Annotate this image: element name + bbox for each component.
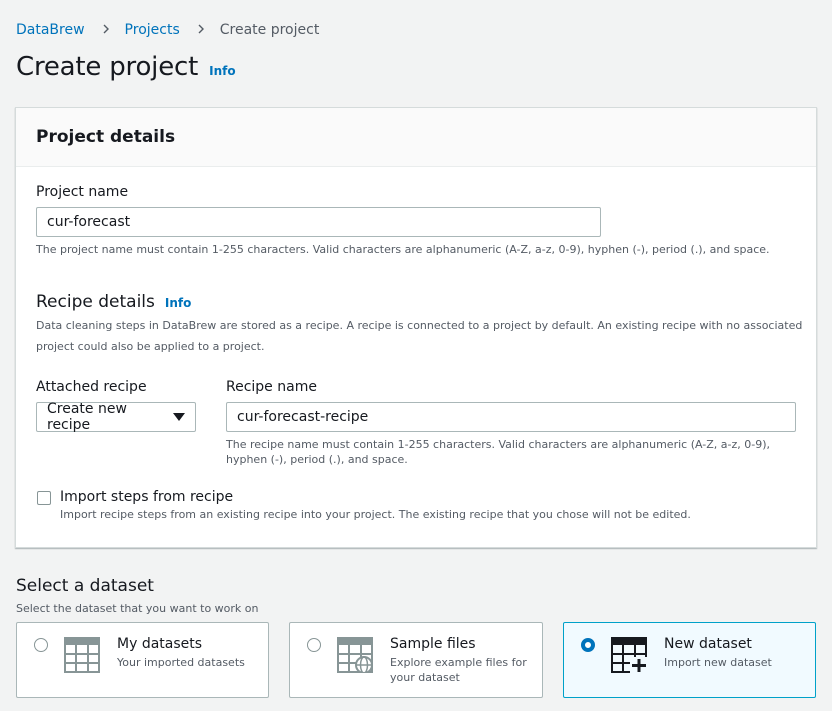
chevron-right-icon xyxy=(103,24,109,34)
project-name-label: Project name xyxy=(36,184,129,200)
table-plus-icon xyxy=(611,637,647,673)
recipe-details-heading: Recipe details xyxy=(36,292,155,312)
dataset-option-sample-files[interactable]: Sample files Explore example files for y… xyxy=(289,622,543,698)
import-steps-label[interactable]: Import steps from recipe xyxy=(60,489,233,505)
breadcrumb-projects-link[interactable]: Projects xyxy=(125,22,180,38)
caret-down-icon xyxy=(173,413,185,421)
attached-recipe-value: Create new recipe xyxy=(47,401,127,433)
sample-files-title: Sample files xyxy=(390,636,476,652)
my-datasets-desc: Your imported datasets xyxy=(117,656,245,669)
new-dataset-radio[interactable] xyxy=(581,638,595,652)
breadcrumb: DataBrew Projects Create project xyxy=(16,22,319,38)
panel-header: Project details xyxy=(16,108,816,167)
recipe-name-label: Recipe name xyxy=(226,379,317,395)
breadcrumb-current: Create project xyxy=(219,22,320,38)
my-datasets-title: My datasets xyxy=(117,636,203,652)
import-steps-checkbox[interactable] xyxy=(37,491,51,505)
project-name-input[interactable]: cur-forecast xyxy=(36,207,601,237)
attached-recipe-select[interactable]: Create new recipe xyxy=(36,401,196,433)
sample-files-desc: Explore example files for your dataset xyxy=(390,656,527,684)
recipe-info-link[interactable]: Info xyxy=(165,296,191,310)
table-icon xyxy=(64,637,100,673)
dataset-option-my-datasets[interactable]: My datasets Your imported datasets xyxy=(16,622,269,698)
breadcrumb-databrew-link[interactable]: DataBrew xyxy=(16,22,85,38)
project-name-hint: The project name must contain 1-255 char… xyxy=(36,243,770,256)
project-details-panel: Project details Project name cur-forecas… xyxy=(15,107,817,548)
recipe-name-input[interactable]: cur-forecast-recipe xyxy=(226,402,796,432)
page-header: Create project Info xyxy=(16,52,236,82)
recipe-details-desc-1: Data cleaning steps in DataBrew are stor… xyxy=(36,319,803,332)
chevron-right-icon xyxy=(198,24,204,34)
select-dataset-heading: Select a dataset xyxy=(16,576,154,596)
new-dataset-desc: Import new dataset xyxy=(664,656,772,669)
select-dataset-desc: Select the dataset that you want to work… xyxy=(16,602,259,615)
my-datasets-radio[interactable] xyxy=(34,638,48,652)
page-title: Create project xyxy=(16,52,199,82)
sample-files-radio[interactable] xyxy=(307,638,321,652)
recipe-details-header: Recipe details Info xyxy=(36,292,191,312)
dataset-option-new-dataset[interactable]: New dataset Import new dataset xyxy=(563,622,816,698)
page-info-link[interactable]: Info xyxy=(209,64,235,78)
recipe-name-hint-2: hyphen (-), period (.), and space. xyxy=(226,453,408,466)
new-dataset-title: New dataset xyxy=(664,636,752,652)
recipe-details-desc-2: project could also be applied to a proje… xyxy=(36,340,265,353)
table-globe-icon xyxy=(337,637,373,673)
import-steps-desc: Import recipe steps from an existing rec… xyxy=(60,508,691,521)
project-details-heading: Project details xyxy=(36,127,176,147)
attached-recipe-label: Attached recipe xyxy=(36,379,147,395)
